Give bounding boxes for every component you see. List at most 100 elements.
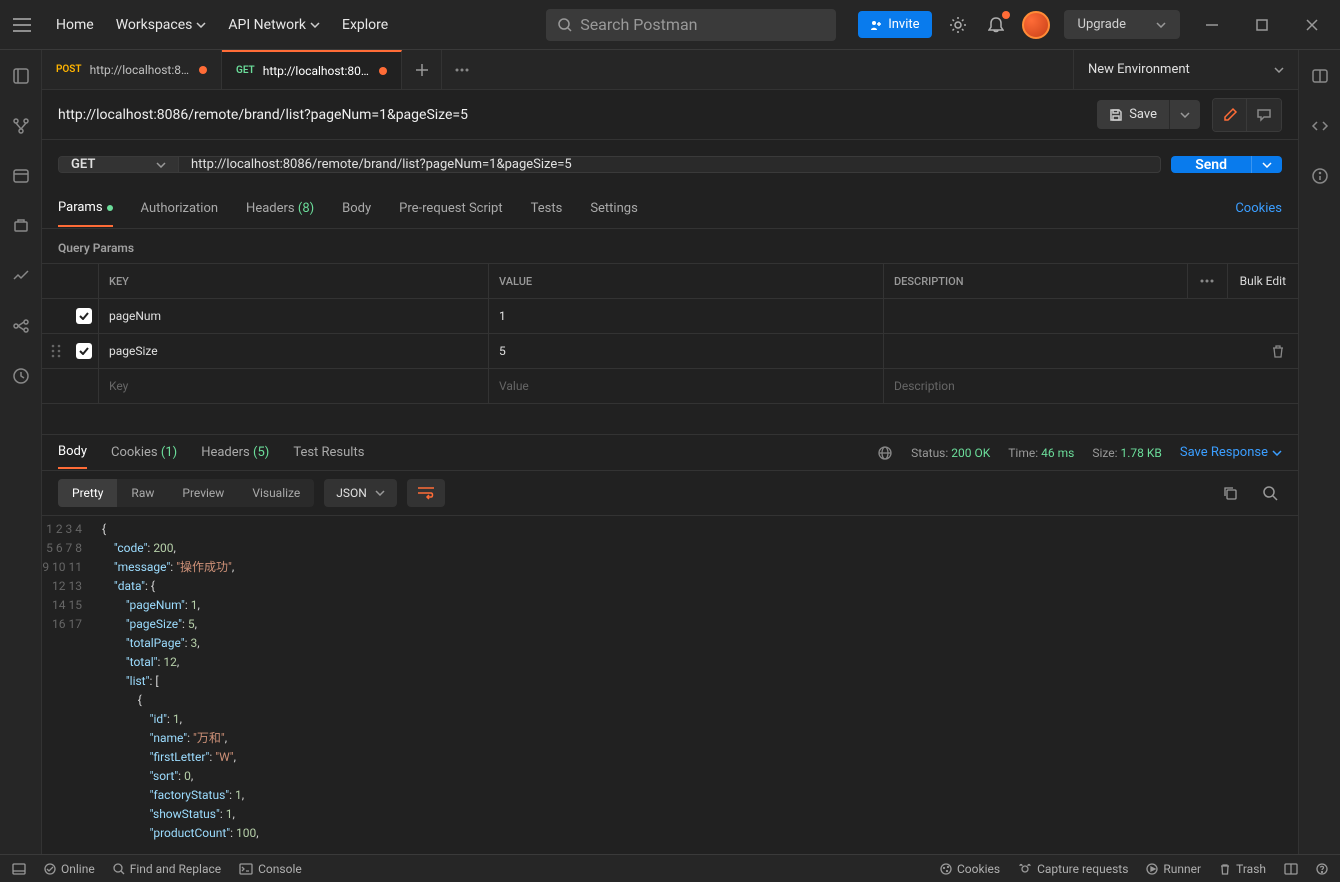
- param-desc[interactable]: [883, 299, 1258, 333]
- format-selector[interactable]: JSON: [324, 479, 397, 507]
- footer-find-replace[interactable]: Find and Replace: [113, 862, 221, 876]
- code-icon[interactable]: [1308, 114, 1332, 138]
- search-input[interactable]: Search Postman: [546, 9, 836, 41]
- wrap-lines-icon[interactable]: [407, 479, 445, 507]
- flows-icon[interactable]: [9, 314, 33, 338]
- upgrade-button[interactable]: Upgrade: [1064, 10, 1180, 39]
- param-checkbox[interactable]: [70, 334, 98, 368]
- tab-options[interactable]: [442, 50, 482, 89]
- nav-explore[interactable]: Explore: [342, 17, 388, 33]
- left-rail: [0, 50, 42, 854]
- subtab-params[interactable]: Params: [58, 190, 113, 227]
- new-tab-button[interactable]: [402, 50, 442, 89]
- param-key-placeholder[interactable]: Key: [98, 369, 488, 403]
- param-key[interactable]: pageSize: [98, 334, 488, 368]
- info-icon[interactable]: [1308, 164, 1332, 188]
- footer-layout-icon[interactable]: [1284, 863, 1298, 875]
- resp-tab-body[interactable]: Body: [58, 436, 87, 469]
- subtab-authorization[interactable]: Authorization: [141, 191, 219, 226]
- table-row-new: Key Value Description: [42, 369, 1298, 404]
- request-tab[interactable]: GET http://localhost:8086/r: [222, 50, 402, 89]
- nav-api-network[interactable]: API Network: [228, 17, 320, 33]
- window-close[interactable]: [1294, 9, 1330, 41]
- viewmode-raw[interactable]: Raw: [117, 479, 168, 507]
- request-name[interactable]: http://localhost:8086/remote/brand/list?…: [58, 107, 1085, 123]
- footer-panel-toggle[interactable]: [12, 863, 26, 875]
- viewmode-pretty[interactable]: Pretty: [58, 479, 117, 507]
- save-dropdown[interactable]: [1170, 105, 1200, 125]
- response-meta: Status: 200 OK Time: 46 ms Size: 1.78 KB…: [877, 445, 1282, 461]
- nav-workspaces[interactable]: Workspaces: [116, 17, 207, 33]
- save-button[interactable]: Save: [1097, 100, 1170, 129]
- param-value[interactable]: 1: [488, 299, 883, 333]
- param-desc-placeholder[interactable]: Description: [883, 369, 1258, 403]
- query-params-label: Query Params: [42, 229, 1298, 263]
- footer-online[interactable]: Online: [44, 862, 95, 876]
- send-button[interactable]: Send: [1171, 156, 1251, 173]
- footer-help-icon[interactable]: [1316, 863, 1328, 875]
- globe-icon[interactable]: [877, 445, 893, 461]
- query-params-table: KEY VALUE DESCRIPTION Bulk Edit pageNum …: [42, 263, 1298, 404]
- footer-trash[interactable]: Trash: [1219, 862, 1266, 876]
- param-checkbox[interactable]: [70, 299, 98, 333]
- response-view-bar: Pretty Raw Preview Visualize JSON: [42, 470, 1298, 516]
- nav-links: Home Workspaces API Network Explore: [56, 17, 388, 33]
- row-options[interactable]: [1187, 264, 1227, 298]
- subtab-prerequest[interactable]: Pre-request Script: [399, 191, 502, 226]
- subtab-headers[interactable]: Headers (8): [246, 191, 314, 226]
- environments-icon[interactable]: [9, 164, 33, 188]
- footer-runner[interactable]: Runner: [1146, 862, 1201, 876]
- copy-icon[interactable]: [1218, 481, 1242, 505]
- nav-home[interactable]: Home: [56, 17, 94, 33]
- url-input[interactable]: http://localhost:8086/remote/brand/list?…: [179, 157, 1160, 172]
- search-response-icon[interactable]: [1258, 481, 1282, 505]
- table-header: KEY VALUE DESCRIPTION Bulk Edit: [42, 264, 1298, 299]
- param-value-placeholder[interactable]: Value: [488, 369, 883, 403]
- window-maximize[interactable]: [1244, 9, 1280, 41]
- param-value[interactable]: 5: [488, 334, 883, 368]
- drag-handle-icon[interactable]: [42, 334, 70, 368]
- send-dropdown[interactable]: [1251, 156, 1282, 173]
- viewmode-preview[interactable]: Preview: [168, 479, 238, 507]
- apis-icon[interactable]: [9, 114, 33, 138]
- hamburger-menu[interactable]: [10, 13, 34, 37]
- env-quicklook-icon[interactable]: [1308, 64, 1332, 88]
- settings-icon[interactable]: [946, 13, 970, 37]
- delete-row-icon[interactable]: [1258, 334, 1298, 368]
- monitors-icon[interactable]: [9, 264, 33, 288]
- user-avatar[interactable]: [1022, 11, 1050, 39]
- footer-cookies[interactable]: Cookies: [940, 862, 1000, 876]
- edit-icon[interactable]: [1213, 99, 1247, 131]
- resp-tab-cookies[interactable]: Cookies (1): [111, 437, 177, 468]
- footer-capture[interactable]: Capture requests: [1018, 862, 1128, 876]
- resp-tab-test-results[interactable]: Test Results: [293, 437, 364, 468]
- history-icon[interactable]: [9, 364, 33, 388]
- comments-icon[interactable]: [1247, 99, 1281, 131]
- tool-group: [1212, 98, 1282, 132]
- tab-bar: POST http://localhost:8086/ GET http://l…: [42, 50, 1298, 90]
- window-minimize[interactable]: [1194, 9, 1230, 41]
- notifications-icon[interactable]: [984, 13, 1008, 37]
- subtab-tests[interactable]: Tests: [531, 191, 563, 226]
- method-selector[interactable]: GET: [59, 157, 179, 172]
- save-response-button[interactable]: Save Response: [1180, 445, 1282, 460]
- method-badge: POST: [56, 64, 82, 75]
- cookies-link[interactable]: Cookies: [1235, 201, 1282, 216]
- subtab-settings[interactable]: Settings: [590, 191, 637, 226]
- invite-button[interactable]: Invite: [858, 11, 931, 38]
- collections-icon[interactable]: [9, 64, 33, 88]
- mock-icon[interactable]: [9, 214, 33, 238]
- viewmode-visualize[interactable]: Visualize: [238, 479, 314, 507]
- param-desc[interactable]: [883, 334, 1258, 368]
- request-tab[interactable]: POST http://localhost:8086/: [42, 50, 222, 89]
- bulk-edit[interactable]: Bulk Edit: [1227, 264, 1298, 298]
- environment-selector[interactable]: New Environment: [1073, 50, 1298, 89]
- unsaved-dot: [379, 67, 387, 75]
- subtab-body[interactable]: Body: [342, 191, 371, 226]
- request-subtabs: Params Authorization Headers (8) Body Pr…: [42, 189, 1298, 229]
- resp-tab-headers[interactable]: Headers (5): [201, 437, 269, 468]
- footer-console[interactable]: Console: [239, 862, 302, 876]
- view-right: [1218, 481, 1282, 505]
- response-json[interactable]: 1 2 3 4 5 6 7 8 9 10 11 12 13 14 15 16 1…: [42, 516, 1298, 854]
- param-key[interactable]: pageNum: [98, 299, 488, 333]
